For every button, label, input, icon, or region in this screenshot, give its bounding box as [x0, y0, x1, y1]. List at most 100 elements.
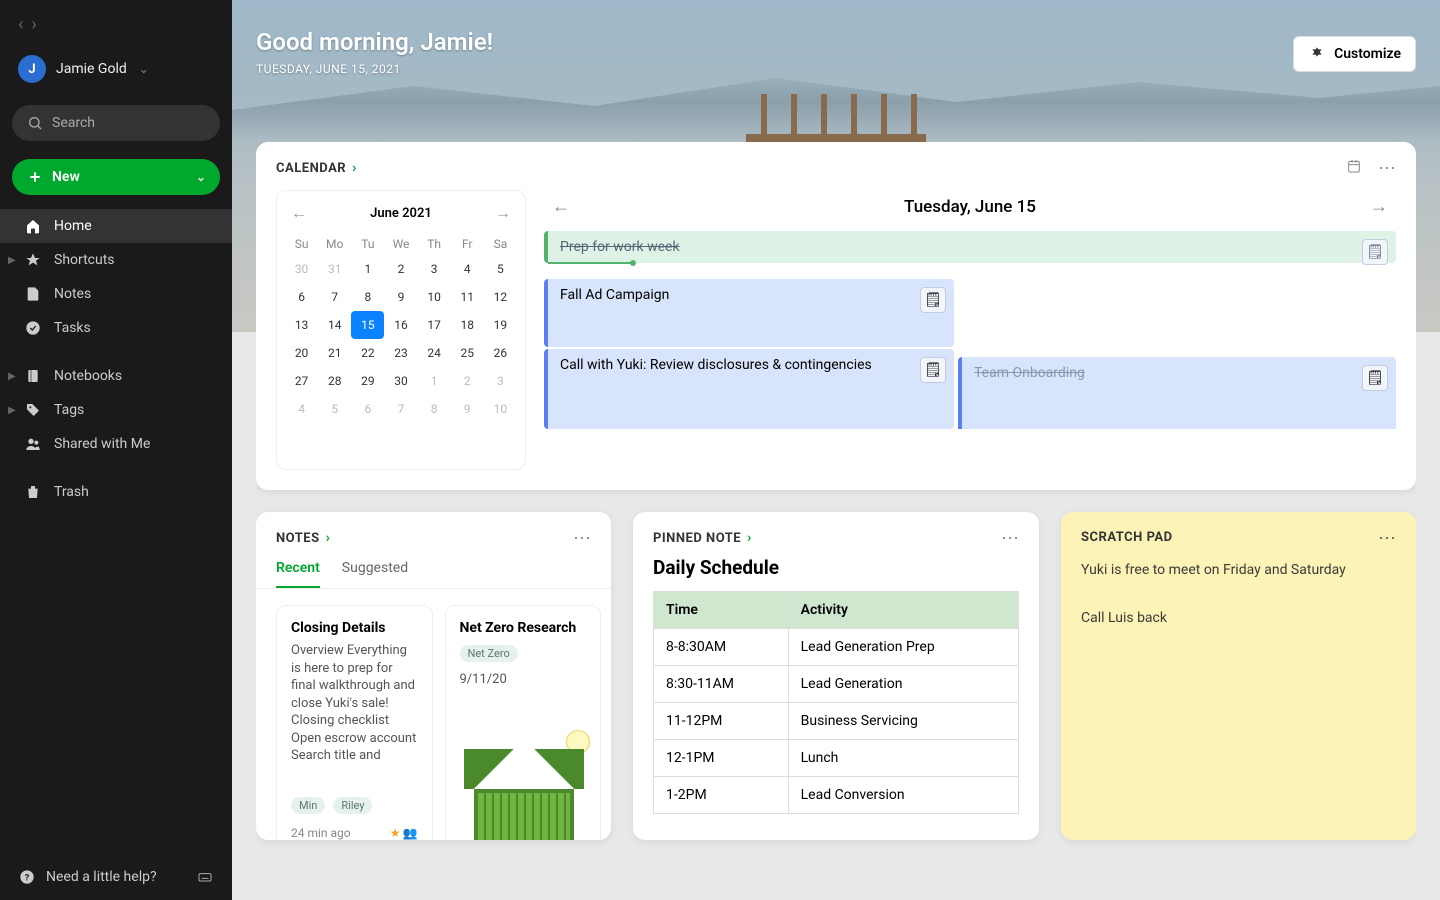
calendar-day[interactable]: 2	[384, 255, 417, 283]
tab-suggested[interactable]: Suggested	[342, 560, 408, 588]
calendar-header[interactable]: CALENDAR ›	[276, 160, 1396, 176]
pinned-header[interactable]: PINNED NOTE ›	[633, 530, 1039, 546]
calendar-day[interactable]: 21	[318, 339, 351, 367]
notebook-icon	[24, 367, 42, 385]
calendar-day[interactable]: 20	[285, 339, 318, 367]
calendar-day[interactable]: 13	[285, 311, 318, 339]
calendar-day[interactable]: 10	[418, 283, 451, 311]
calendar-day[interactable]: 16	[384, 311, 417, 339]
calendar-day[interactable]: 1	[418, 367, 451, 395]
calendar-day[interactable]: 9	[384, 283, 417, 311]
calendar-day[interactable]: 18	[451, 311, 484, 339]
chevron-right-icon: ›	[326, 530, 331, 546]
search-input[interactable]: Search	[12, 105, 220, 141]
calendar-day[interactable]: 8	[351, 283, 384, 311]
calendar-day[interactable]: 30	[285, 255, 318, 283]
shared-icon: 👥	[403, 826, 418, 840]
col-activity: Activity	[788, 592, 1018, 629]
open-note-icon[interactable]: 🗒	[1362, 365, 1388, 391]
expand-icon[interactable]: ▶	[8, 371, 16, 382]
tab-recent[interactable]: Recent	[276, 560, 320, 588]
dow-label: Mo	[318, 233, 351, 255]
scratch-content[interactable]: Yuki is free to meet on Friday and Satur…	[1081, 559, 1396, 630]
agenda-prev-day[interactable]: ←	[548, 192, 574, 221]
agenda-next-day[interactable]: →	[1366, 192, 1392, 221]
nav-tags[interactable]: ▶ Tags	[0, 393, 232, 427]
more-icon[interactable]: ⋯	[1001, 528, 1019, 549]
nav-trash[interactable]: Trash	[0, 475, 232, 509]
nav-home[interactable]: Home	[0, 209, 232, 243]
cal-prev-month[interactable]: ←	[291, 203, 307, 223]
nav-back-icon[interactable]: ‹	[18, 14, 23, 35]
note-date: 9/11/20	[460, 672, 587, 687]
trash-icon	[24, 483, 42, 501]
notes-header[interactable]: NOTES ›	[256, 530, 611, 546]
event-prep-work-week[interactable]: Prep for work week 🗒	[544, 231, 1396, 263]
cal-next-month[interactable]: →	[495, 203, 511, 223]
calendar-day[interactable]: 7	[318, 283, 351, 311]
nav-tasks[interactable]: Tasks	[0, 311, 232, 345]
calendar-day[interactable]: 8	[418, 395, 451, 423]
calendar-day[interactable]: 26	[484, 339, 517, 367]
chevron-right-icon: ›	[747, 530, 752, 546]
expand-icon[interactable]: ▶	[8, 255, 16, 266]
calendar-day[interactable]: 27	[285, 367, 318, 395]
calendar-day[interactable]: 12	[484, 283, 517, 311]
nav-forward-icon[interactable]: ›	[31, 14, 36, 35]
calendar-day[interactable]: 4	[285, 395, 318, 423]
calendar-day[interactable]: 29	[351, 367, 384, 395]
more-icon[interactable]: ⋯	[573, 528, 591, 549]
calendar-day[interactable]: 25	[451, 339, 484, 367]
nav-notebooks[interactable]: ▶ Notebooks	[0, 359, 232, 393]
calendar-day[interactable]: 10	[484, 395, 517, 423]
more-icon[interactable]: ⋯	[1378, 158, 1396, 179]
calendar-day[interactable]: 6	[351, 395, 384, 423]
calendar-day[interactable]: 3	[418, 255, 451, 283]
nav-shared[interactable]: Shared with Me	[0, 427, 232, 461]
calendar-day[interactable]: 11	[451, 283, 484, 311]
event-team-onboarding[interactable]: Team Onboarding 🗒	[958, 357, 1396, 429]
calendar-day[interactable]: 4	[451, 255, 484, 283]
nav-shortcuts[interactable]: ▶ Shortcuts	[0, 243, 232, 277]
note-tile-net-zero[interactable]: Net Zero Research Net Zero 9/11/20	[445, 605, 602, 840]
calendar-day[interactable]: 22	[351, 339, 384, 367]
open-note-icon[interactable]: 🗒	[1362, 239, 1388, 265]
calendar-day[interactable]: 5	[318, 395, 351, 423]
calendar-day[interactable]: 3	[484, 367, 517, 395]
calendar-day[interactable]: 1	[351, 255, 384, 283]
calendar-day[interactable]: 23	[384, 339, 417, 367]
calendar-day[interactable]: 2	[451, 367, 484, 395]
calendar-day[interactable]: 24	[418, 339, 451, 367]
note-tile-closing-details[interactable]: Closing Details Overview Everything is h…	[276, 605, 433, 840]
calendar-day[interactable]: 7	[384, 395, 417, 423]
agenda-date: Tuesday, June 15	[904, 197, 1036, 217]
event-call-yuki[interactable]: Call with Yuki: Review disclosures & con…	[544, 349, 954, 429]
tag: Net Zero	[460, 645, 518, 662]
search-placeholder: Search	[52, 115, 95, 131]
calendar-day[interactable]: 31	[318, 255, 351, 283]
pinned-note-widget: PINNED NOTE › ⋯ Daily Schedule Time Acti…	[633, 512, 1039, 840]
chevron-down-icon[interactable]: ⌄	[196, 170, 206, 184]
expand-icon[interactable]: ▶	[8, 405, 16, 416]
calendar-day[interactable]: 9	[451, 395, 484, 423]
calendar-day[interactable]: 19	[484, 311, 517, 339]
customize-button[interactable]: Customize	[1293, 36, 1416, 72]
calendar-day[interactable]: 17	[418, 311, 451, 339]
table-row: 11-12PMBusiness Servicing	[654, 703, 1019, 740]
calendar-day[interactable]: 15	[351, 311, 384, 339]
calendar-day[interactable]: 28	[318, 367, 351, 395]
open-note-icon[interactable]: 🗒	[920, 287, 946, 313]
help-link[interactable]: ? Need a little help?	[18, 868, 157, 886]
event-fall-ad-campaign[interactable]: Fall Ad Campaign 🗒	[544, 279, 954, 347]
new-button[interactable]: New ⌄	[12, 159, 220, 195]
more-icon[interactable]: ⋯	[1378, 528, 1396, 549]
calendar-action-icon[interactable]	[1346, 158, 1362, 179]
calendar-day[interactable]: 5	[484, 255, 517, 283]
calendar-day[interactable]: 6	[285, 283, 318, 311]
nav-notes[interactable]: Notes	[0, 277, 232, 311]
user-menu[interactable]: J Jamie Gold ⌄	[0, 41, 232, 97]
calendar-day[interactable]: 30	[384, 367, 417, 395]
open-note-icon[interactable]: 🗒	[920, 357, 946, 383]
calendar-day[interactable]: 14	[318, 311, 351, 339]
keyboard-icon[interactable]	[196, 868, 214, 886]
